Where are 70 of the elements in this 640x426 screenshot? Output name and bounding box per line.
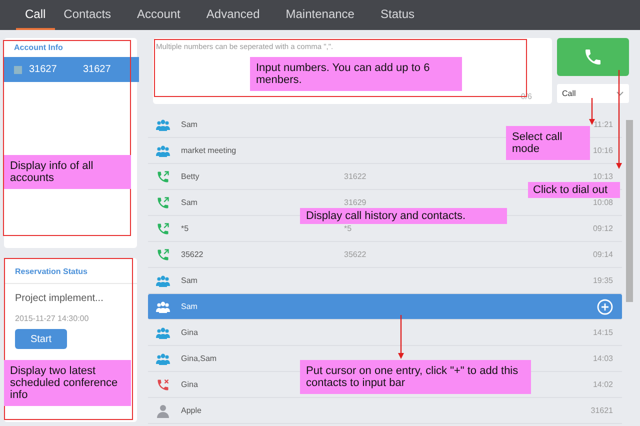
nav-tab[interactable]: Maintenance (276, 0, 364, 30)
entry-time: 14:03 (592, 354, 613, 363)
add-icon[interactable] (597, 298, 613, 314)
entry-name: 35622 (181, 250, 204, 259)
entry-name: Betty (181, 172, 200, 181)
entry-name: Gina,Sam (181, 354, 217, 363)
entry-name: Sam (181, 302, 198, 311)
history-row[interactable]: Apple 31621 (148, 398, 622, 424)
nav-tab[interactable]: Contacts (54, 0, 120, 30)
history-row[interactable]: Sam (148, 294, 622, 320)
entry-time: 09:14 (592, 250, 613, 259)
annotation-tooltip: Display two latest scheduled conference info (4, 360, 131, 406)
group-icon (156, 352, 170, 364)
entry-name: Sam (181, 120, 198, 129)
entry-time: 19:35 (592, 276, 613, 285)
entry-time: 10:13 (592, 172, 613, 181)
entry-time: 10:16 (592, 146, 613, 155)
missed-call-icon (156, 378, 170, 392)
arrow (397, 315, 405, 360)
entry-time: 31621 (590, 406, 613, 415)
history-row[interactable]: 35622 35622 09:14 (148, 242, 622, 268)
nav-tab[interactable]: Status (371, 0, 424, 30)
dial-button[interactable] (557, 38, 629, 76)
arrow (588, 98, 596, 126)
account-item[interactable]: 31627 31627 (4, 57, 139, 82)
entry-name: Apple (181, 406, 202, 415)
annotation-tooltip: Click to dial out (528, 182, 620, 198)
panel-title: Account Info (13, 42, 64, 54)
annotation-tooltip: Select call mode (506, 126, 590, 160)
entry-number: *5 (344, 224, 352, 233)
entry-time: 14:15 (592, 328, 613, 337)
chevron-down-icon (616, 90, 624, 96)
phone-icon (583, 47, 603, 67)
annotation-tooltip: Put cursor on one entry, click "+" to add this contacts to input bar (300, 360, 531, 394)
entry-number: 31622 (344, 172, 366, 181)
entry-time: 14:02 (592, 380, 613, 389)
panel-title: Reservation Status (4, 258, 137, 284)
entry-time: 11:21 (594, 120, 613, 129)
group-icon (156, 326, 170, 338)
annotation-tooltip: Display call history and contacts. (300, 208, 507, 224)
group-icon (156, 144, 170, 156)
status-icon (14, 66, 22, 74)
nav-tab[interactable]: Call (16, 0, 55, 30)
entry-name: Gina (181, 380, 198, 389)
entry-name: Sam (181, 276, 198, 285)
nav-tab[interactable]: Account (128, 0, 190, 30)
outgoing-call-icon (156, 196, 170, 210)
start-button[interactable]: Start (15, 329, 67, 349)
entry-number: 35622 (344, 250, 366, 259)
group-icon (156, 300, 170, 312)
outgoing-call-icon (156, 248, 170, 262)
entry-time: 10:08 (592, 198, 613, 207)
conference-time: 2015-11-27 14:30:00 (15, 314, 90, 323)
entry-name: *5 (181, 224, 189, 233)
history-row[interactable]: Gina 14:15 (148, 320, 622, 346)
nav-tab[interactable]: Advanced (197, 0, 269, 30)
person-icon (156, 404, 170, 418)
annotation-tooltip: Display info of all accounts (4, 155, 131, 189)
entry-name: Sam (181, 198, 198, 207)
entry-name: market meeting (181, 146, 236, 155)
entry-time: 09:12 (592, 224, 613, 233)
entry-name: Gina (181, 328, 198, 337)
group-icon (156, 274, 170, 286)
outgoing-call-icon (156, 222, 170, 236)
outgoing-call-icon (156, 170, 170, 184)
call-mode-select[interactable]: Call (557, 84, 629, 103)
group-icon (156, 118, 170, 130)
annotation-tooltip: Input numbers. You can add up to 6 menbers. (250, 57, 462, 91)
entry-number: 31629 (344, 198, 366, 207)
conference-subject: Project implement... (15, 293, 104, 304)
